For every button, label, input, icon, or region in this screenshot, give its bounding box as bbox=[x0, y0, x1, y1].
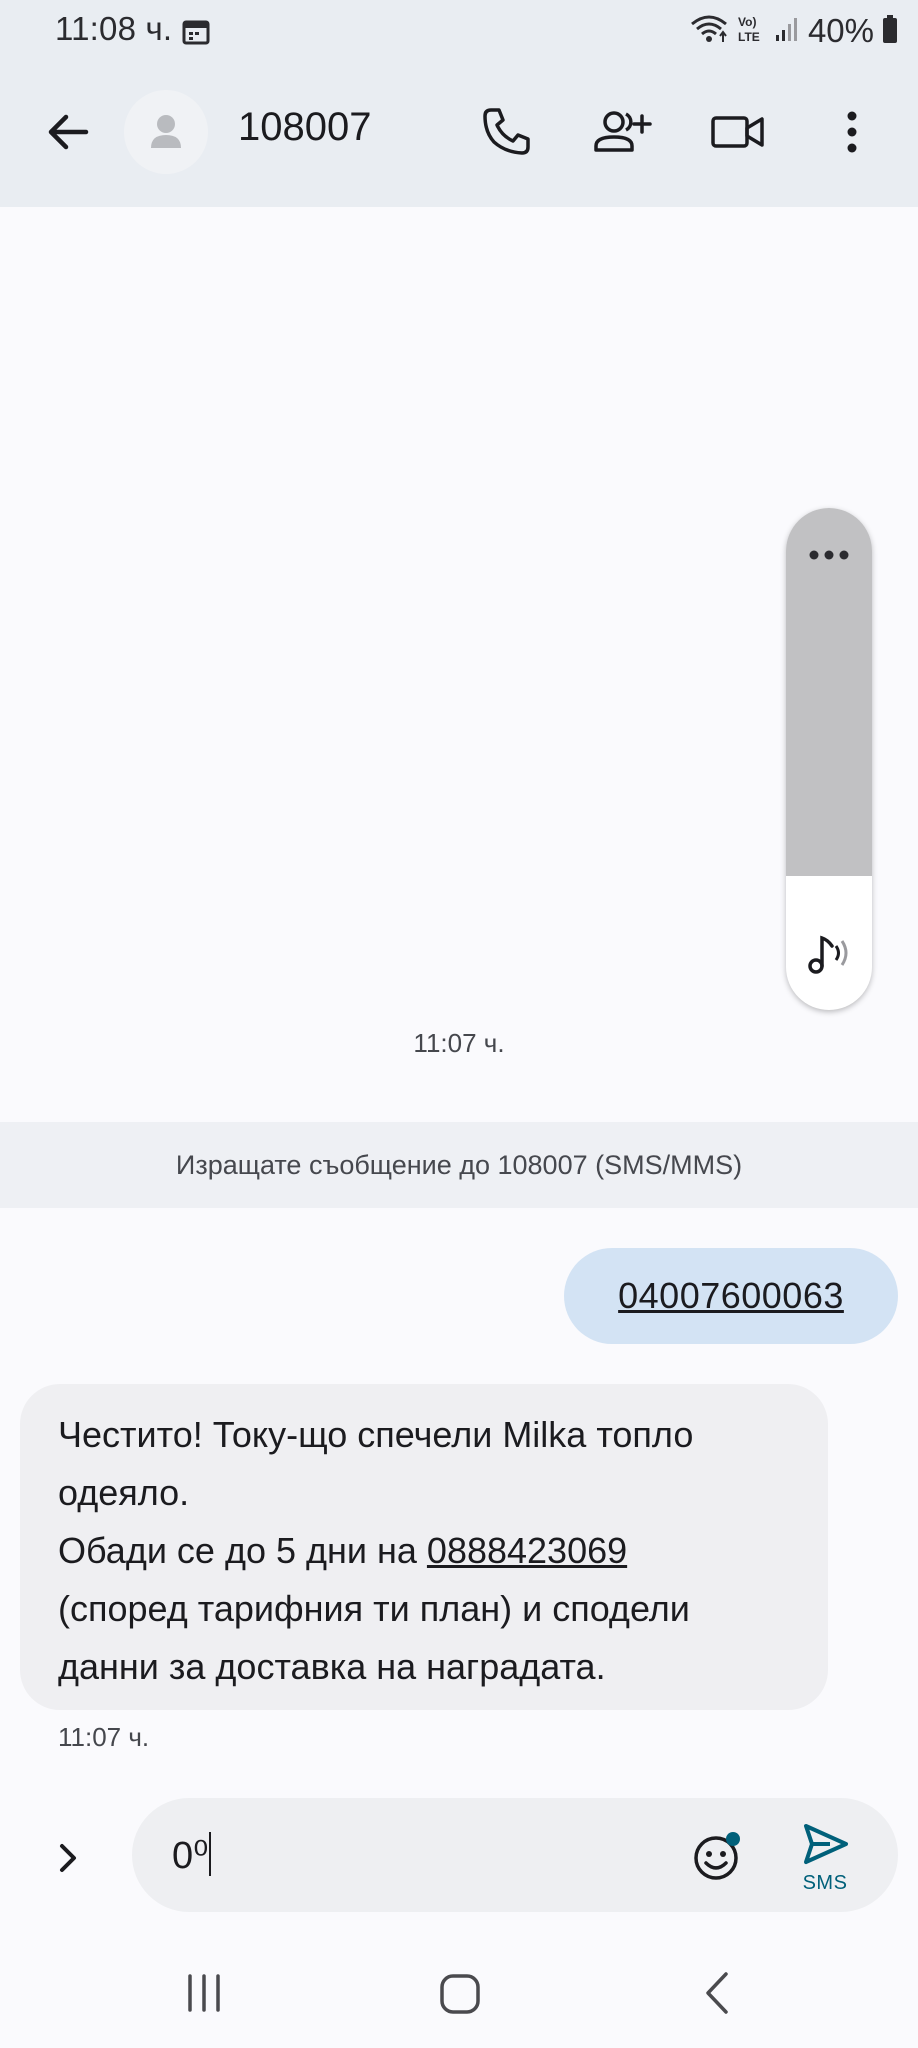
widget-track[interactable] bbox=[786, 508, 872, 876]
send-icon bbox=[804, 1824, 848, 1864]
floating-media-widget[interactable] bbox=[786, 508, 872, 1010]
volte-icon: Vo) LTE bbox=[736, 13, 766, 50]
outgoing-message[interactable]: 04007600063 bbox=[564, 1248, 898, 1344]
message-line: Обади се до 5 дни на 0888423069 bbox=[58, 1522, 792, 1580]
sending-info-banner: Изращате съобщение до 108007 (SMS/MMS) bbox=[0, 1122, 918, 1208]
phone-link[interactable]: 0888423069 bbox=[427, 1530, 627, 1571]
phone-icon[interactable] bbox=[476, 102, 536, 162]
recents-icon[interactable] bbox=[174, 1964, 234, 2024]
more-horiz-icon[interactable] bbox=[808, 548, 850, 560]
message-input[interactable]: 0⁰ SMS bbox=[132, 1798, 898, 1912]
battery-icon bbox=[882, 14, 898, 49]
system-nav-bar bbox=[0, 1932, 918, 2048]
send-type-label: SMS bbox=[802, 1872, 848, 1894]
wifi-icon bbox=[690, 14, 728, 49]
message-line: данни за доставка на наградата. bbox=[58, 1646, 606, 1687]
text-cursor bbox=[209, 1832, 212, 1876]
avatar-icon bbox=[151, 115, 181, 148]
add-person-icon[interactable] bbox=[590, 102, 652, 162]
video-icon[interactable] bbox=[710, 102, 770, 162]
svg-text:LTE: LTE bbox=[738, 30, 760, 44]
message-line: одеяло. bbox=[58, 1472, 190, 1513]
back-arrow-icon[interactable] bbox=[40, 104, 96, 160]
conversation-timestamp: 11:07 ч. bbox=[413, 1028, 505, 1058]
messages-screen: 11:08 ч. Vo) LTE 40% 108007 11:07 ч. Изр… bbox=[0, 0, 918, 2048]
send-button[interactable]: SMS bbox=[790, 1820, 860, 1894]
calendar-icon bbox=[182, 19, 210, 50]
message-line: (според тарифния ти план) и сподели bbox=[58, 1588, 690, 1629]
nav-back-icon[interactable] bbox=[688, 1964, 748, 2024]
message-timestamp: 11:07 ч. bbox=[58, 1722, 150, 1752]
incoming-message[interactable]: Честито! Току-що спечели Milka топло оде… bbox=[20, 1384, 828, 1710]
app-bar: 108007 bbox=[0, 62, 918, 207]
svg-text:Vo): Vo) bbox=[738, 15, 756, 29]
home-icon[interactable] bbox=[430, 1964, 490, 2024]
chevron-right-icon[interactable] bbox=[48, 1838, 88, 1878]
battery-percent: 40% bbox=[807, 12, 874, 49]
contact-name[interactable]: 108007 bbox=[238, 105, 371, 150]
emoji-icon[interactable] bbox=[690, 1828, 746, 1884]
status-time: 11:08 ч. bbox=[55, 10, 173, 47]
message-input-text[interactable]: 0⁰ bbox=[172, 1832, 212, 1878]
message-input-value: 0⁰ bbox=[172, 1835, 209, 1877]
status-icons: Vo) LTE 40% bbox=[690, 10, 898, 52]
status-bar: 11:08 ч. Vo) LTE 40% bbox=[0, 0, 918, 62]
more-vert-icon[interactable] bbox=[822, 102, 882, 162]
avatar[interactable] bbox=[124, 90, 208, 174]
message-text: Обади се до 5 дни на bbox=[58, 1530, 427, 1571]
music-note-icon[interactable] bbox=[804, 928, 854, 978]
message-line: Честито! Току-що спечели Milka топло bbox=[58, 1414, 694, 1455]
signal-icon bbox=[774, 15, 800, 48]
